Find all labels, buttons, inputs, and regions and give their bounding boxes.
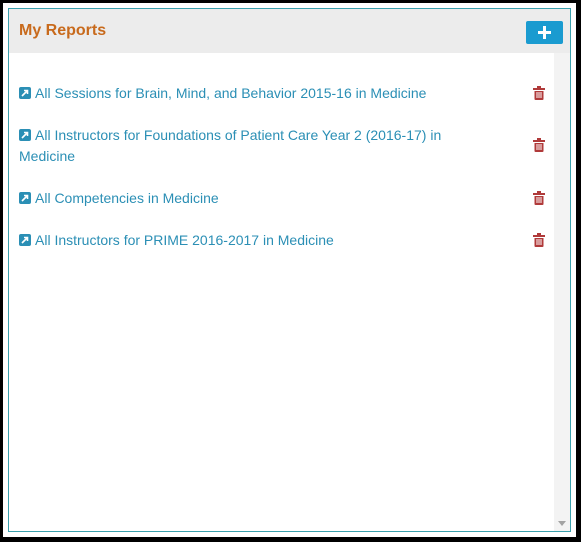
reports-list: All Sessions for Brain, Mind, and Behavi… — [9, 53, 554, 531]
report-label: All Instructors for Foundations of Patie… — [19, 127, 442, 164]
plus-icon — [538, 26, 551, 39]
trash-icon[interactable] — [533, 86, 545, 100]
external-link-icon — [19, 87, 31, 99]
report-link[interactable]: All Instructors for PRIME 2016-2017 in M… — [19, 230, 529, 251]
trash-icon[interactable] — [533, 233, 545, 247]
scroll-down-arrow-icon[interactable] — [558, 521, 566, 526]
my-reports-panel: My Reports All Sessions for Brain, Mind,… — [8, 8, 571, 532]
report-label: All Sessions for Brain, Mind, and Behavi… — [35, 85, 427, 101]
trash-icon[interactable] — [533, 138, 545, 152]
external-link-icon — [19, 129, 31, 141]
report-label: All Instructors for PRIME 2016-2017 in M… — [35, 232, 334, 248]
report-link[interactable]: All Sessions for Brain, Mind, and Behavi… — [19, 83, 529, 104]
panel-header: My Reports — [9, 9, 570, 53]
add-report-button[interactable] — [526, 21, 563, 44]
vertical-scrollbar[interactable] — [554, 53, 570, 531]
report-link[interactable]: All Instructors for Foundations of Patie… — [19, 125, 459, 167]
trash-icon[interactable] — [533, 191, 545, 205]
external-link-icon — [19, 192, 31, 204]
window-frame: My Reports All Sessions for Brain, Mind,… — [3, 3, 576, 537]
report-link[interactable]: All Competencies in Medicine — [19, 188, 529, 209]
panel-title: My Reports — [19, 22, 107, 39]
report-label: All Competencies in Medicine — [35, 190, 219, 206]
external-link-icon — [19, 234, 31, 246]
